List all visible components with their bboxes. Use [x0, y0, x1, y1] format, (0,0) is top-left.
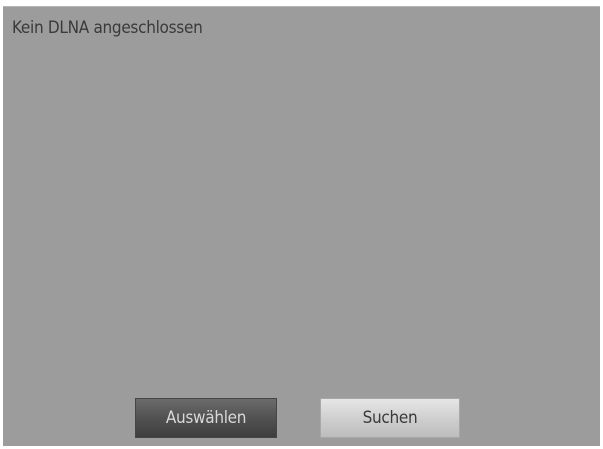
search-button-label: Suchen	[362, 408, 418, 428]
dialog-title: Kein DLNA angeschlossen	[12, 18, 203, 38]
dlna-dialog: Kein DLNA angeschlossen Auswählen Suchen	[3, 6, 600, 446]
select-button[interactable]: Auswählen	[135, 398, 277, 438]
search-button[interactable]: Suchen	[320, 398, 460, 438]
select-button-label: Auswählen	[165, 408, 247, 428]
